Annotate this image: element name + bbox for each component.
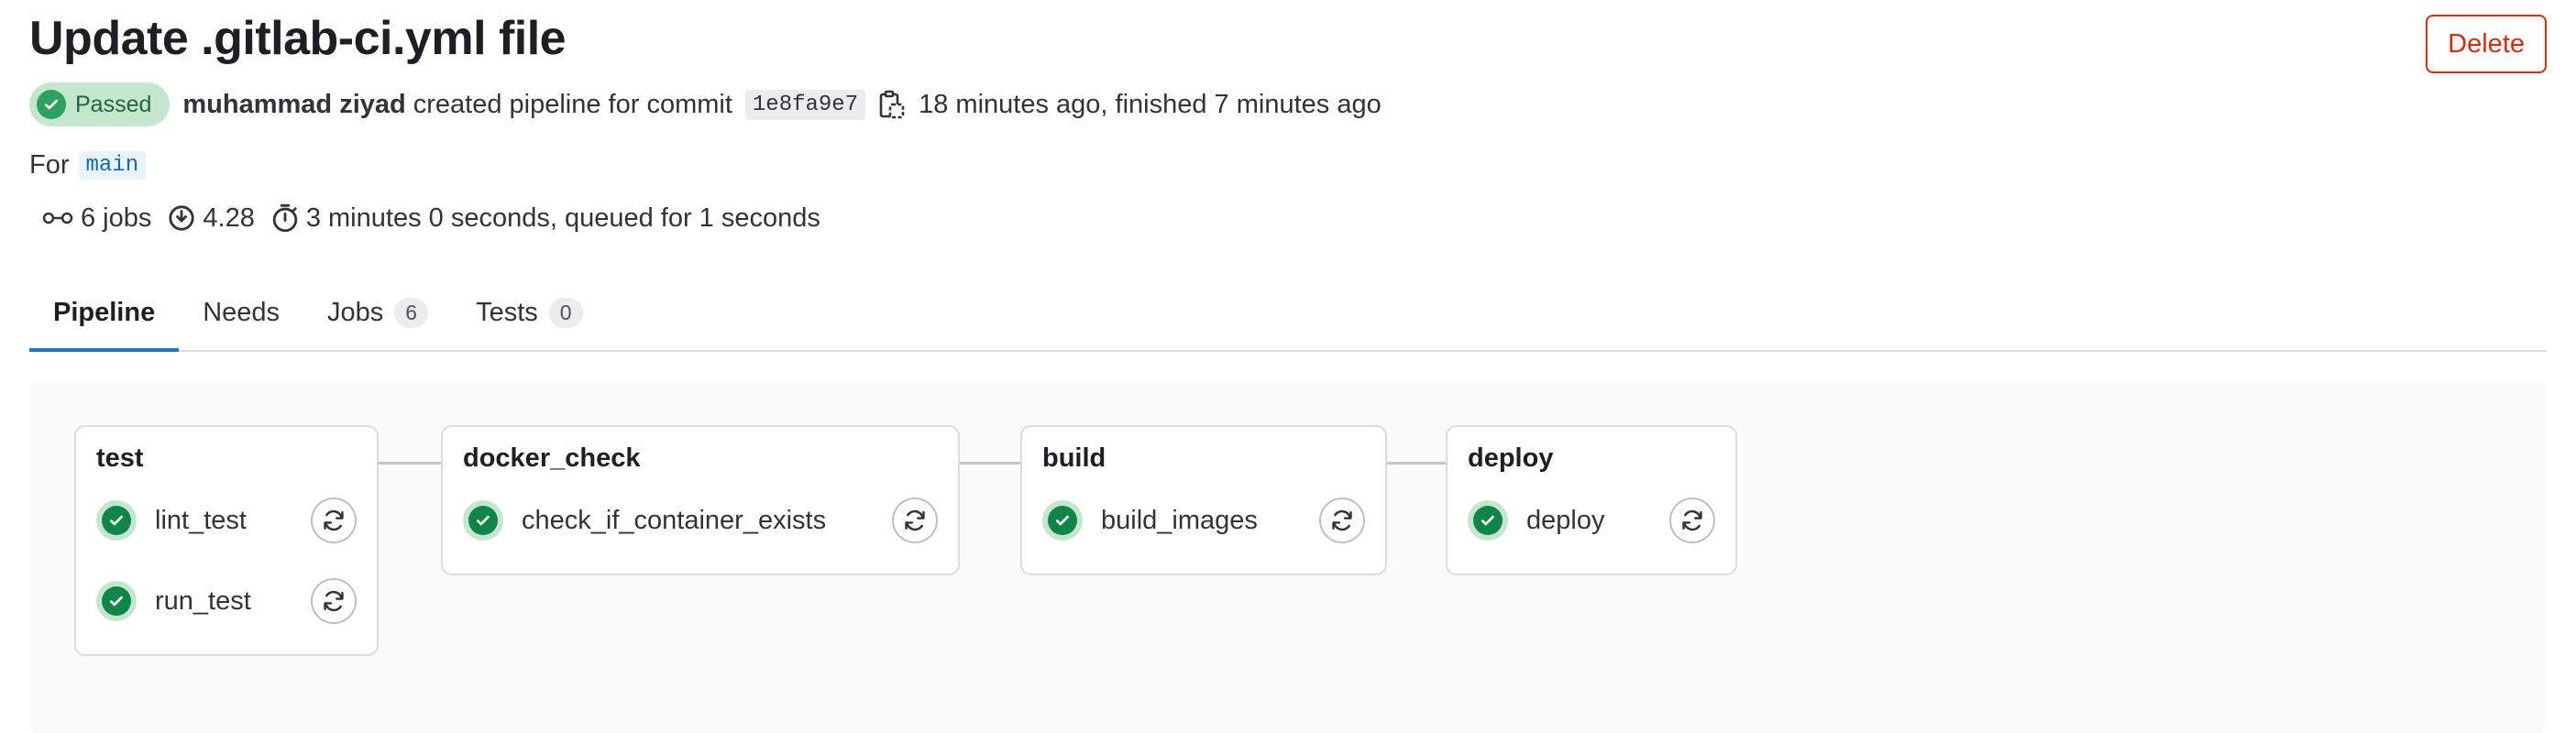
pipeline-meta: Passed muhammad ziyad created pipeline f…	[29, 82, 1382, 126]
retry-icon[interactable]	[311, 498, 357, 543]
compute-stat: 4.28	[168, 202, 255, 234]
job-item[interactable]: lint_test	[96, 480, 357, 561]
check-circle-icon	[37, 90, 66, 119]
job-item[interactable]: run_test	[96, 561, 357, 641]
job-item[interactable]: deploy	[1468, 480, 1715, 561]
branch-link[interactable]: main	[78, 150, 147, 180]
check-circle-icon	[463, 500, 503, 541]
tab-tests[interactable]: Tests 0	[452, 275, 606, 350]
stage-build: build build_images	[1020, 425, 1387, 575]
check-circle-icon	[1042, 500, 1083, 541]
check-circle-icon	[96, 500, 137, 541]
pipeline-stats: 6 jobs 4.28 3 minutes 0 seconds, queued …	[42, 198, 820, 238]
tab-label: Tests	[476, 297, 538, 327]
duration-value: 3 minutes 0 seconds, queued for 1 second…	[305, 202, 820, 233]
tab-label: Needs	[203, 297, 281, 327]
stage-title: test	[96, 443, 144, 473]
author-link[interactable]: muhammad ziyad	[182, 90, 405, 120]
duration-stat: 3 minutes 0 seconds, queued for 1 second…	[271, 203, 820, 234]
pipeline-page: Update .gitlab-ci.yml file Delete Passed…	[0, 0, 2576, 733]
delete-button[interactable]: Delete	[2426, 15, 2547, 73]
compute-icon	[168, 204, 195, 232]
stage-docker-check: docker_check check_if_container_exists	[441, 425, 960, 575]
action-text: created pipeline for commit	[413, 89, 732, 119]
stage-connector	[958, 462, 1024, 465]
pipeline-icon	[42, 208, 73, 228]
tab-count-badge: 0	[548, 297, 583, 328]
retry-icon[interactable]	[311, 578, 357, 624]
ref-row: For main	[29, 147, 147, 183]
job-item[interactable]: check_if_container_exists	[463, 480, 938, 561]
tab-pipeline[interactable]: Pipeline	[29, 275, 180, 352]
status-badge[interactable]: Passed	[29, 82, 171, 126]
copy-icon[interactable]	[878, 89, 906, 120]
jobs-count: 6 jobs	[81, 202, 152, 233]
timer-icon	[271, 203, 299, 233]
commit-sha[interactable]: 1e8fa9e7	[744, 89, 866, 120]
tab-jobs[interactable]: Jobs 6	[303, 275, 452, 350]
stage-connector	[379, 462, 445, 465]
stage-title: build	[1042, 443, 1106, 473]
tab-label: Pipeline	[53, 297, 156, 327]
retry-icon[interactable]	[1669, 498, 1715, 543]
pipeline-graph: test lint_test run_test docker_check che…	[29, 381, 2547, 733]
stage-deploy: deploy deploy	[1446, 425, 1737, 575]
job-name: build_images	[1101, 505, 1258, 535]
tab-label: Jobs	[327, 297, 384, 327]
check-circle-icon	[96, 581, 137, 621]
job-name: lint_test	[155, 505, 247, 535]
job-name: run_test	[155, 585, 251, 616]
check-circle-icon	[1468, 500, 1508, 541]
pipeline-tabs: Pipeline Needs Jobs 6 Tests 0	[29, 275, 2547, 352]
retry-icon[interactable]	[892, 498, 938, 543]
job-name: check_if_container_exists	[522, 505, 827, 535]
status-label: Passed	[75, 91, 152, 117]
page-title: Update .gitlab-ci.yml file	[29, 12, 567, 65]
stage-title: docker_check	[463, 443, 641, 473]
tab-count-badge: 6	[394, 297, 429, 328]
compute-value: 4.28	[203, 202, 255, 233]
jobs-stat: 6 jobs	[42, 203, 151, 234]
job-name: deploy	[1526, 505, 1605, 535]
job-item[interactable]: build_images	[1042, 480, 1365, 561]
stage-test: test lint_test run_test	[74, 425, 379, 656]
ref-prefix: For	[29, 149, 70, 180]
timing-text: 18 minutes ago, finished 7 minutes ago	[919, 89, 1382, 119]
retry-icon[interactable]	[1319, 498, 1365, 543]
tab-needs[interactable]: Needs	[179, 275, 303, 350]
stage-connector	[1383, 462, 1449, 465]
stage-title: deploy	[1468, 443, 1554, 473]
